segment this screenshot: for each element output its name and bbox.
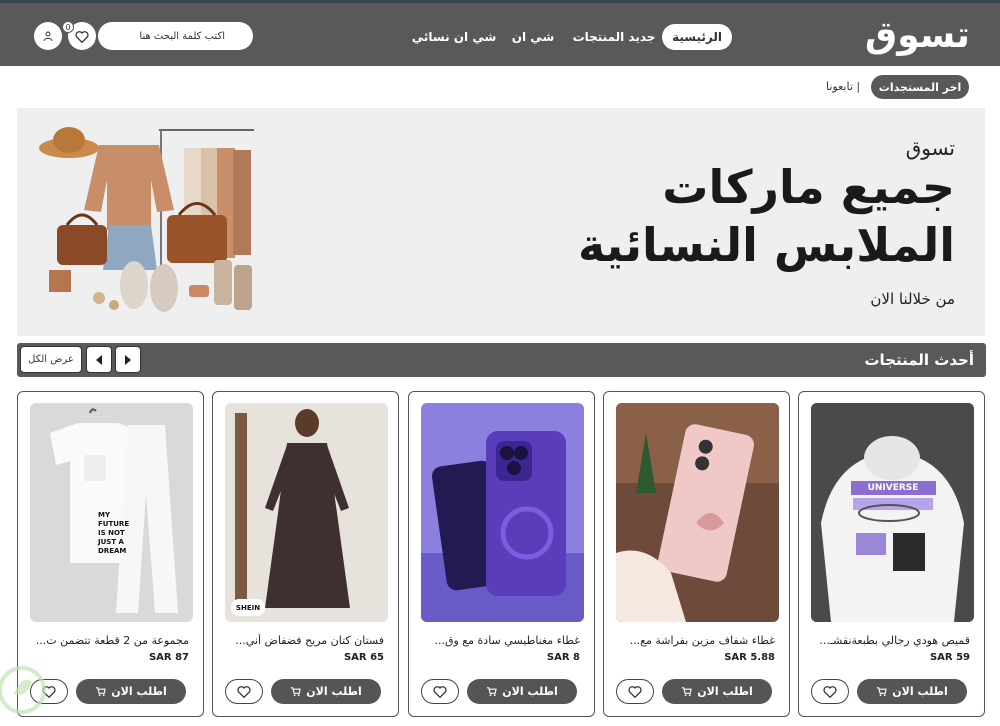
product-image[interactable] bbox=[616, 403, 779, 622]
order-now-label: اطلب الان bbox=[306, 685, 362, 698]
product-price: SAR 8 bbox=[546, 652, 580, 663]
section-title: أحدث المنتجات bbox=[864, 351, 974, 369]
nav-new-products[interactable]: جديد المنتجات bbox=[573, 24, 656, 50]
product-price: SAR 5.88 bbox=[724, 652, 775, 663]
order-now-button[interactable]: اطلب الان bbox=[467, 679, 577, 704]
clothing-collage-image bbox=[39, 127, 254, 312]
nav-home[interactable]: الرئيسية bbox=[662, 24, 732, 50]
heart-icon bbox=[75, 30, 89, 43]
product-card[interactable]: UNIVERSE قميص هودي رجالي بطبعةنقشـ... SA… bbox=[798, 391, 985, 717]
product-card[interactable]: غطاء شفاف مزين بفراشة مع... SAR 5.88 اطل… bbox=[603, 391, 790, 717]
product-title[interactable]: قميص هودي رجالي بطبعةنقشـ... bbox=[812, 634, 970, 647]
order-now-label: اطلب الان bbox=[892, 685, 948, 698]
tshirt-print-text: MY FUTURE IS NOT JUST A DREAM bbox=[98, 511, 130, 555]
search-input[interactable]: اكتب كلمة البحث هنا bbox=[98, 22, 253, 50]
cart-icon bbox=[682, 687, 693, 697]
product-price: SAR 87 bbox=[148, 652, 189, 663]
shein-logo-badge: SHEIN bbox=[231, 599, 265, 616]
user-icon bbox=[43, 31, 53, 42]
order-now-label: اطلب الان bbox=[697, 685, 753, 698]
product-image[interactable]: MY FUTURE IS NOT JUST A DREAM bbox=[30, 403, 193, 622]
banner-small-text: تسوق bbox=[905, 136, 955, 160]
chevron-left-icon bbox=[96, 354, 102, 365]
banner-subtext: من خلالنا الان bbox=[870, 290, 955, 308]
follow-us-label[interactable]: تابعونا | bbox=[826, 80, 860, 93]
cart-icon bbox=[291, 687, 302, 697]
latest-products-bar: أحدث المنتجات عرض الكل bbox=[17, 343, 986, 377]
hoodie-print-text: UNIVERSE bbox=[867, 483, 919, 493]
product-title[interactable]: فستان كتان مريح فضفاض أني... bbox=[226, 634, 384, 647]
product-card[interactable]: SHEIN فستان كتان مريح فضفاض أني... SAR 6… bbox=[212, 391, 399, 717]
cart-icon bbox=[877, 687, 888, 697]
shein-logo-text: SHEIN bbox=[235, 603, 261, 612]
order-now-button[interactable]: اطلب الان bbox=[662, 679, 772, 704]
banner-headline-1: جميع ماركات bbox=[662, 160, 955, 214]
product-price: SAR 65 bbox=[343, 652, 384, 663]
add-to-wishlist-button[interactable] bbox=[421, 679, 459, 704]
product-title[interactable]: غطاء شفاف مزين بفراشة مع... bbox=[617, 634, 775, 647]
order-now-label: اطلب الان bbox=[111, 685, 167, 698]
cart-icon bbox=[487, 687, 498, 697]
view-all-button[interactable]: عرض الكل bbox=[20, 346, 82, 373]
order-now-button[interactable]: اطلب الان bbox=[76, 679, 186, 704]
watermark-logo bbox=[0, 666, 46, 714]
add-to-wishlist-button[interactable] bbox=[616, 679, 654, 704]
hero-banner[interactable]: تسوق جميع ماركات الملابس النسائية من خلا… bbox=[17, 108, 985, 336]
product-title[interactable]: غطاء مغناطيسي سادة مع وق... bbox=[422, 634, 580, 647]
latest-news-button[interactable]: اخر المستجدات bbox=[871, 75, 969, 99]
product-price: SAR 59 bbox=[929, 652, 970, 663]
nav-shein-women[interactable]: شي ان نسائي bbox=[412, 24, 497, 50]
heart-icon bbox=[433, 686, 447, 698]
chevron-right-icon bbox=[125, 354, 131, 365]
banner-headline-2: الملابس النسائية bbox=[578, 218, 955, 272]
product-card[interactable]: غطاء مغناطيسي سادة مع وق... SAR 8 اطلب ا… bbox=[408, 391, 595, 717]
order-now-label: اطلب الان bbox=[502, 685, 558, 698]
heart-icon bbox=[628, 686, 642, 698]
nav-shein[interactable]: شي ان bbox=[512, 24, 554, 50]
product-image[interactable]: UNIVERSE bbox=[811, 403, 974, 622]
cart-icon bbox=[96, 687, 107, 697]
add-to-wishlist-button[interactable] bbox=[811, 679, 849, 704]
heart-icon bbox=[237, 686, 251, 698]
account-button[interactable] bbox=[34, 22, 62, 50]
heart-icon bbox=[823, 686, 837, 698]
wishlist-count-badge: 0 bbox=[62, 21, 74, 33]
product-image[interactable] bbox=[421, 403, 584, 622]
product-image[interactable]: SHEIN bbox=[225, 403, 388, 622]
product-title[interactable]: مجموعة من 2 قطعة تتضمن ت... bbox=[31, 634, 189, 647]
prev-arrow-button[interactable] bbox=[86, 346, 112, 373]
next-arrow-button[interactable] bbox=[115, 346, 141, 373]
site-logo[interactable]: تسوق bbox=[865, 9, 971, 61]
add-to-wishlist-button[interactable] bbox=[225, 679, 263, 704]
order-now-button[interactable]: اطلب الان bbox=[271, 679, 381, 704]
header: تسوق الرئيسية جديد المنتجات شي ان شي ان … bbox=[0, 3, 1000, 66]
order-now-button[interactable]: اطلب الان bbox=[857, 679, 967, 704]
